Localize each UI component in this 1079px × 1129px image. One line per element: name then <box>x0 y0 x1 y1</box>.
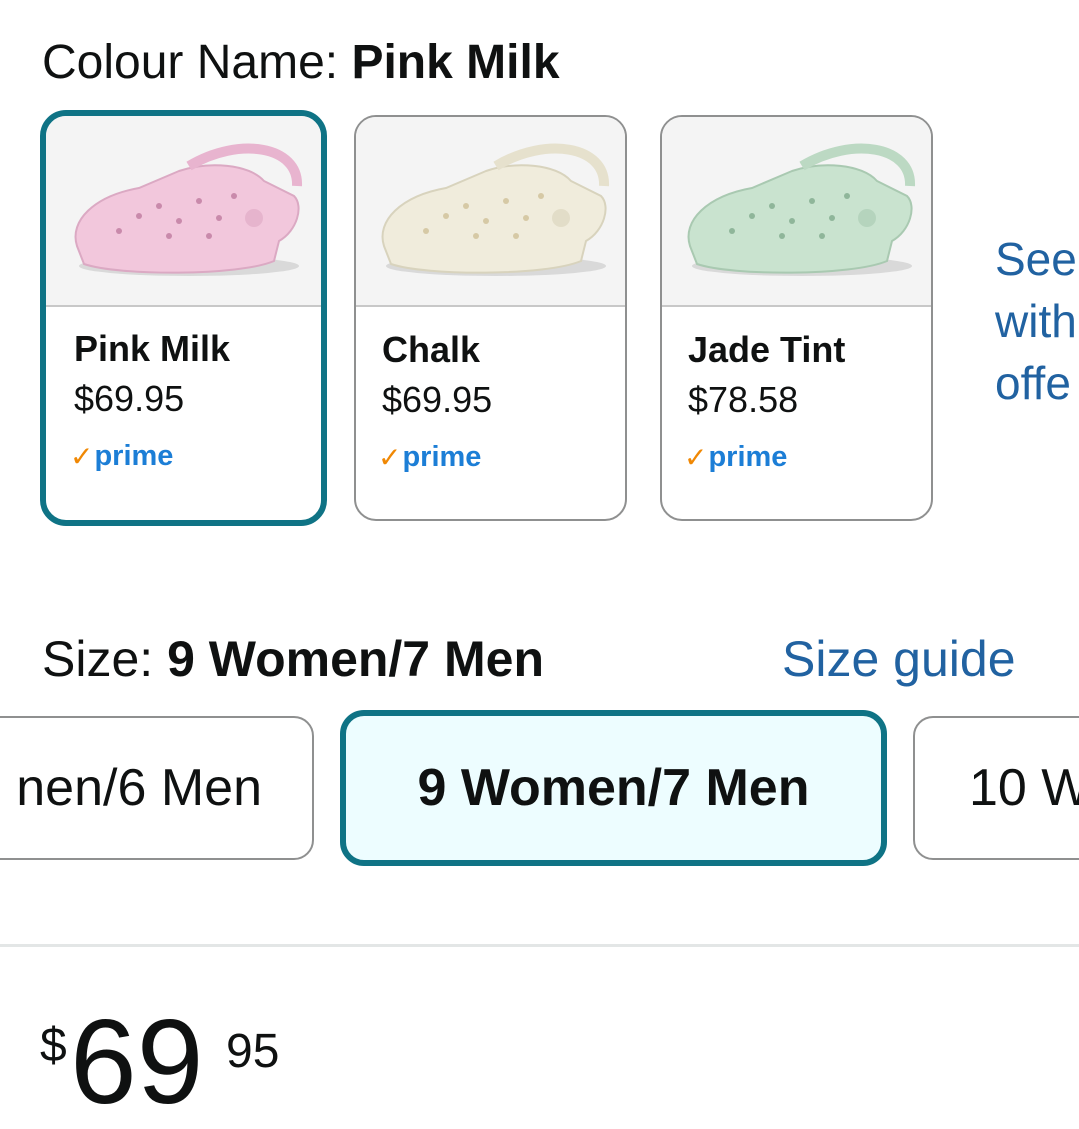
swatch-name: Chalk <box>382 329 481 370</box>
size-option-8-women[interactable]: nen/6 Men <box>0 716 314 860</box>
prime-badge: ✓ prime <box>684 441 788 473</box>
product-image <box>46 116 321 307</box>
price-whole: 69 <box>70 995 204 1129</box>
colour-swatch-pink-milk[interactable]: Pink Milk $69.95 ✓ prime <box>40 110 327 526</box>
prime-check-icon: ✓ <box>684 442 708 473</box>
size-option-label: 9 Women/7 Men <box>417 759 810 817</box>
price-currency-symbol: $ <box>40 1019 67 1072</box>
colour-name-value: Pink Milk <box>351 36 560 89</box>
prime-badge: ✓ prime <box>378 441 482 473</box>
size-label: Size: <box>42 631 154 687</box>
colour-swatch-jade-tint[interactable]: Jade Tint $78.58 ✓ prime <box>660 115 933 521</box>
swatch-price: $78.58 <box>688 379 799 420</box>
size-guide-link[interactable]: Size guide <box>782 629 1016 689</box>
product-image <box>662 117 931 307</box>
product-options-page: Colour Name: Pink Milk Pink Milk $69.95 … <box>0 0 1079 1129</box>
size-value: 9 Women/7 Men <box>167 631 545 687</box>
size-option-9-women[interactable]: 9 Women/7 Men <box>340 710 887 866</box>
colour-name-heading: Colour Name: Pink Milk <box>42 34 560 92</box>
swatch-name: Pink Milk <box>74 328 231 369</box>
swatch-name: Jade Tint <box>688 329 846 370</box>
divider <box>0 944 1079 947</box>
product-image <box>356 117 625 307</box>
colour-swatch-chalk[interactable]: Chalk $69.95 ✓ prime <box>354 115 627 521</box>
colour-name-label: Colour Name: <box>42 36 339 89</box>
swatch-price: $69.95 <box>74 378 185 419</box>
size-option-label: nen/6 Men <box>16 759 262 817</box>
prime-badge: ✓ prime <box>70 440 174 472</box>
size-heading: Size: 9 Women/7 Men <box>42 629 544 689</box>
prime-check-icon: ✓ <box>70 441 94 472</box>
price-fraction: 95 <box>226 1025 280 1078</box>
size-option-10-women[interactable]: 10 W <box>913 716 1079 860</box>
size-option-label: 10 W <box>969 759 1079 817</box>
prime-check-icon: ✓ <box>378 442 402 473</box>
see-all-offers-link[interactable]: See with offe <box>995 228 1077 414</box>
swatch-price: $69.95 <box>382 379 493 420</box>
